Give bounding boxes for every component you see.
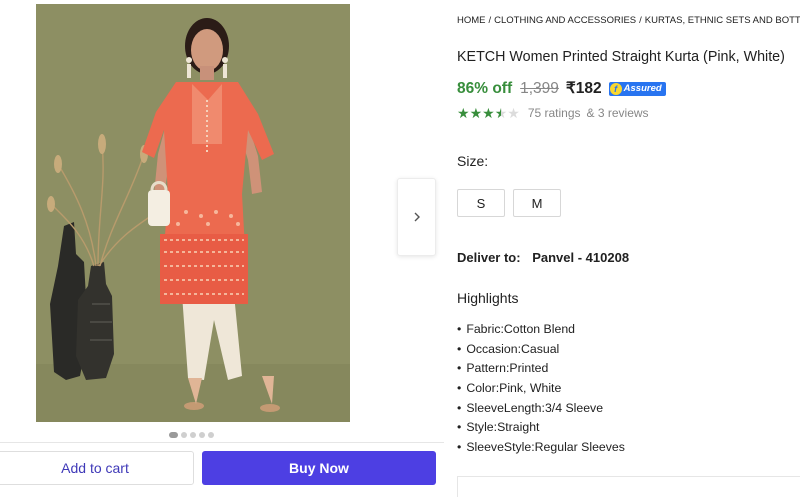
carousel-dot[interactable] [190, 432, 196, 438]
chevron-right-icon [414, 212, 420, 222]
highlight-item: Color:Pink, White [457, 379, 625, 399]
carousel-dots [169, 432, 214, 438]
divider [0, 442, 444, 443]
deliver-label: Deliver to: [457, 250, 521, 265]
highlight-item: Occasion:Casual [457, 340, 625, 360]
star-icon: ★ [457, 105, 470, 121]
size-options: S M [457, 189, 561, 217]
highlight-item: Style:Straight [457, 418, 625, 438]
highlights-list: Fabric:Cotton Blend Occasion:Casual Patt… [457, 320, 625, 458]
star-icon: ★ [507, 105, 520, 121]
star-icon: ★ [469, 105, 483, 121]
reviews-count[interactable]: & 3 reviews [587, 106, 649, 120]
star-rating: ★ ★ ★ ★ ★ [457, 106, 520, 120]
star-icon: ★ [482, 105, 495, 121]
highlight-item: SleeveLength:3/4 Sleeve [457, 399, 625, 419]
carousel-dot[interactable] [181, 432, 187, 438]
carousel-dot[interactable] [208, 432, 214, 438]
size-option-s[interactable]: S [457, 189, 505, 217]
price-row: 86% off 1,399 ₹182 f Assured [457, 79, 666, 98]
carousel-dot[interactable] [199, 432, 205, 438]
highlights-title: Highlights [457, 290, 519, 306]
buy-now-button[interactable]: Buy Now [202, 451, 436, 485]
size-option-m[interactable]: M [513, 189, 561, 217]
ratings-count[interactable]: 75 ratings [528, 106, 581, 120]
assured-badge-icon: f Assured [608, 81, 666, 96]
add-to-cart-button[interactable]: Add to cart [0, 451, 194, 485]
product-photo [36, 4, 350, 422]
selling-price: ₹182 [565, 80, 602, 97]
rating-row: ★ ★ ★ ★ ★ 75 ratings & 3 reviews [457, 106, 649, 120]
breadcrumb-item-kurtas[interactable]: KURTAS, ETHNIC SETS AND BOTTOMS [645, 15, 800, 26]
next-image-button[interactable] [397, 178, 436, 256]
breadcrumb-item-home[interactable]: HOME [457, 15, 486, 26]
assured-label: Assured [623, 83, 662, 94]
highlight-item: SleeveStyle:Regular Sleeves [457, 438, 625, 458]
highlight-item: Pattern:Printed [457, 359, 625, 379]
carousel-dot[interactable] [169, 432, 178, 438]
delivery-info: Deliver to: Panvel - 410208 [457, 250, 629, 265]
product-image[interactable] [36, 4, 350, 422]
original-price: 1,399 [520, 79, 559, 97]
star-icon: ★ [494, 105, 508, 121]
breadcrumb: HOME / CLOTHING AND ACCESSORIES / KURTAS, ET… [457, 15, 800, 26]
product-title: KETCH Women Printed Straight Kurta (Pink… [457, 49, 785, 65]
discount-percent: 86% off [457, 79, 513, 97]
highlight-item: Fabric:Cotton Blend [457, 320, 625, 340]
assured-f-icon: f [609, 82, 622, 95]
offers-card [457, 476, 800, 497]
size-label: Size: [457, 153, 489, 169]
breadcrumb-item-clothing[interactable]: CLOTHING AND ACCESSORIES [494, 15, 636, 26]
delivery-pincode[interactable]: Panvel - 410208 [532, 250, 629, 265]
